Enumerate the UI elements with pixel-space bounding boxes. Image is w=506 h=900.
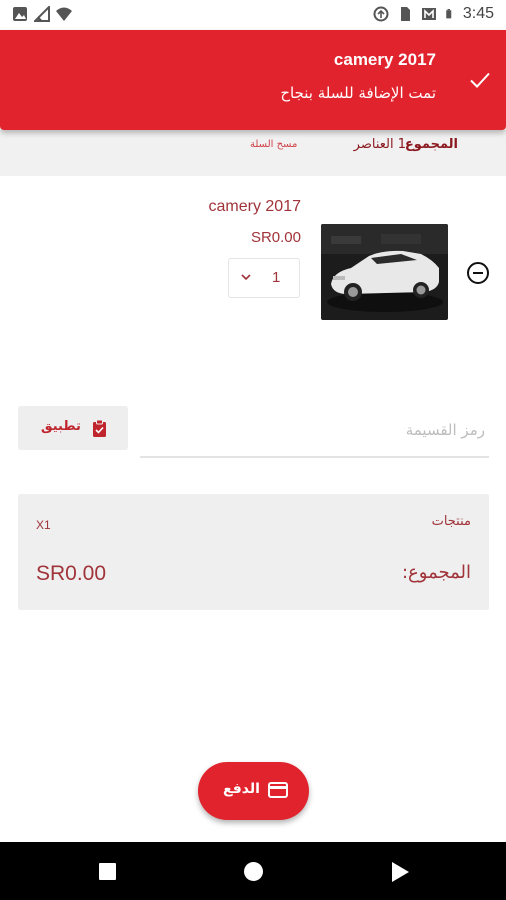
product-price: SR0.00 (250, 229, 301, 246)
toast-message: تمت الإضافة للسلة بنجاح (280, 84, 436, 102)
summary-total-value: SR0.00 (36, 562, 107, 585)
image-icon (13, 7, 27, 21)
back-icon[interactable] (392, 862, 409, 882)
system-nav-bar (0, 842, 506, 900)
home-icon[interactable] (244, 862, 263, 881)
quantity-select[interactable]: 1 (228, 258, 300, 298)
status-left-icons (12, 6, 72, 22)
checkout-label: الدفع (223, 781, 260, 797)
chevron-down-icon (241, 274, 251, 281)
wifi-icon (56, 7, 72, 21)
clear-cart-link[interactable]: مسح السلة (250, 139, 297, 150)
status-bar: 3:45 (0, 0, 506, 30)
toast-title: camery 2017 (333, 50, 436, 69)
clipboard-check-icon (93, 419, 106, 437)
cart-screen: 3:45 المجموع 1 العناصر مسح السلة camery … (0, 0, 506, 900)
remove-item-button[interactable] (466, 261, 490, 285)
status-time: 3:45 (462, 5, 494, 22)
recents-icon[interactable] (99, 863, 116, 880)
product-image[interactable] (321, 224, 448, 320)
sim-icon (400, 7, 410, 21)
cart-items-count: 1 العناصر (353, 137, 406, 152)
apply-coupon-button[interactable]: تطبيق (18, 406, 128, 450)
checkout-button[interactable]: الدفع (198, 762, 309, 820)
cart-total-label: المجموع (404, 137, 458, 152)
gallery-icon (421, 8, 436, 20)
product-title[interactable]: camery 2017 (209, 198, 302, 216)
check-icon (470, 72, 490, 88)
signal-icon (34, 6, 50, 22)
summary-products-label: منتجات (431, 514, 471, 529)
coupon-code-input[interactable] (140, 404, 489, 458)
credit-card-icon (268, 782, 288, 798)
summary-total-label: المجموع: (401, 562, 471, 583)
summary-products-qty: X1 (36, 518, 51, 532)
status-right-icons: 3:45 (373, 5, 494, 23)
success-toast[interactable]: camery 2017 تمت الإضافة للسلة بنجاح (0, 30, 506, 130)
quantity-value: 1 (272, 269, 281, 286)
apply-label: تطبيق (41, 419, 81, 434)
data-saver-icon (373, 6, 389, 22)
order-summary: منتجات X1 المجموع: SR0.00 (18, 494, 489, 610)
battery-icon (446, 9, 452, 19)
